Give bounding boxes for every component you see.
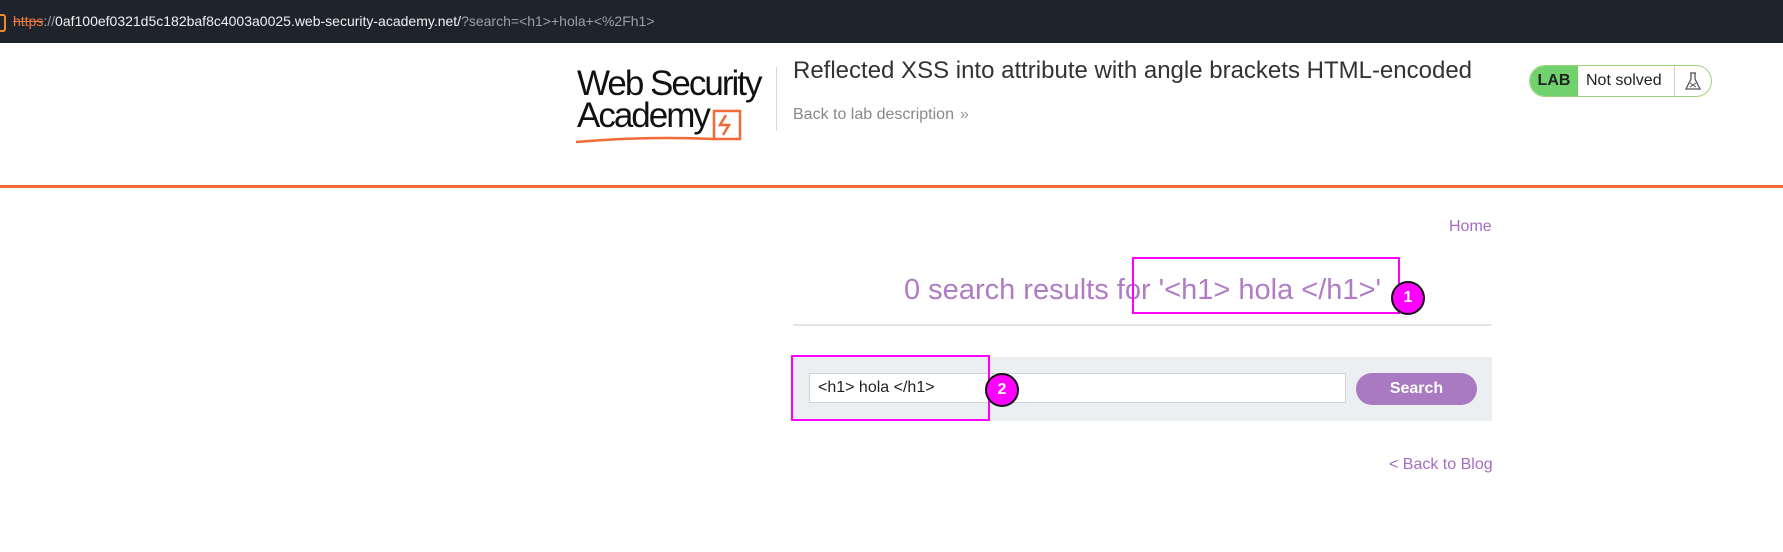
search-button[interactable]: Search: [1356, 373, 1477, 405]
url-query: ?search=<h1>+hola+<%2Fh1>: [461, 13, 655, 29]
url-host: 0af100ef0321d5c182baf8c4003a0025.web-sec…: [55, 13, 462, 29]
annotation-box-2: [791, 355, 990, 421]
annotation-badge-1: 1: [1391, 281, 1425, 315]
home-link[interactable]: Home: [1449, 218, 1492, 236]
lab-badge: LAB: [1530, 66, 1578, 96]
lab-title: Reflected XSS into attribute with angle …: [793, 57, 1473, 84]
lab-status-text: Not solved: [1586, 72, 1662, 89]
annotation-badge-2: 2: [985, 373, 1019, 407]
url-text[interactable]: https://0af100ef0321d5c182baf8c4003a0025…: [13, 13, 655, 29]
logo-mark-icon: [575, 109, 742, 144]
back-to-lab-description-label: Back to lab description: [793, 106, 954, 123]
back-to-lab-description-link[interactable]: Back to lab description »: [793, 106, 969, 124]
browser-url-bar[interactable]: https://0af100ef0321d5c182baf8c4003a0025…: [0, 0, 1783, 43]
back-to-blog-link[interactable]: < Back to Blog: [1389, 456, 1493, 474]
lab-status-widget[interactable]: LAB Not solved: [1529, 65, 1712, 97]
url-scheme: https: [13, 13, 44, 29]
lock-icon[interactable]: [0, 14, 6, 32]
lab-header: Web Security Academy Reflected XSS into …: [0, 43, 1783, 188]
web-security-academy-logo[interactable]: Web Security Academy: [574, 63, 774, 153]
results-divider: [793, 324, 1492, 326]
header-divider: [776, 67, 777, 131]
annotation-box-1: [1132, 257, 1400, 314]
url-separator: ://: [43, 13, 56, 29]
flask-icon[interactable]: [1674, 66, 1711, 96]
double-chevron-right-icon: »: [959, 106, 969, 123]
